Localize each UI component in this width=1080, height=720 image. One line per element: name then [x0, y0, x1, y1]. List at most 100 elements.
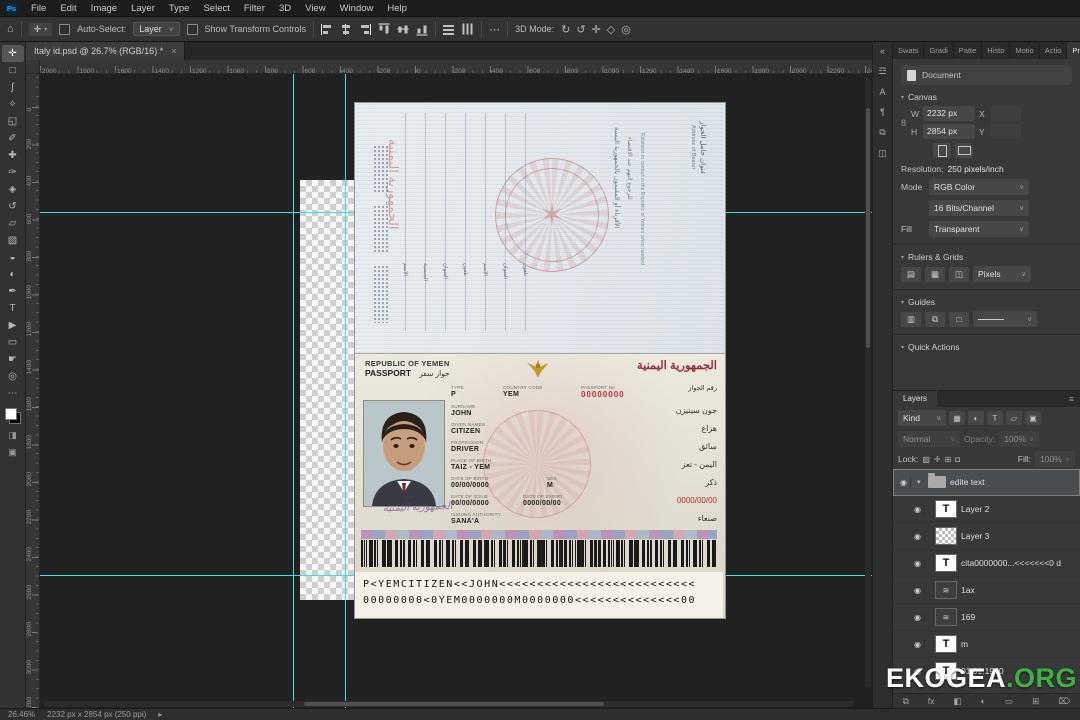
- layer-mask-icon[interactable]: ◧: [954, 696, 962, 707]
- align-bottom-icon[interactable]: [416, 23, 428, 35]
- blend-mode-dropdown[interactable]: Normal ∨: [898, 431, 960, 447]
- landscape-orientation-button[interactable]: [955, 143, 973, 158]
- layer-row[interactable]: ◉ T Layer 2: [893, 496, 1080, 523]
- vertical-ruler[interactable]: 0 200 400 600 800 1000 1200 1400 1600 1800 2000 220…: [26, 74, 40, 708]
- mode-icon[interactable]: ◎: [621, 23, 631, 36]
- portrait-orientation-button[interactable]: [933, 143, 951, 158]
- paragraph-panel-icon[interactable]: ¶: [880, 107, 885, 117]
- layer-name[interactable]: 1ax: [961, 585, 975, 595]
- color-swatches[interactable]: [4, 408, 21, 424]
- canvas-section-header[interactable]: ▾ Canvas: [901, 92, 1072, 102]
- libraries-panel-icon[interactable]: ◫: [878, 148, 887, 159]
- pen-tool[interactable]: ✒: [2, 283, 24, 300]
- quick-selection-tool[interactable]: ✧: [2, 96, 24, 113]
- character-panel-icon[interactable]: A: [879, 87, 885, 97]
- mode-icon[interactable]: ✛: [592, 23, 601, 36]
- align-right-icon[interactable]: [359, 23, 372, 35]
- clone-stamp-tool[interactable]: ◈: [2, 181, 24, 198]
- layer-row[interactable]: ◉ ≋ 169: [893, 604, 1080, 631]
- lock-icon[interactable]: ✛: [934, 455, 941, 464]
- quick-mask-icon[interactable]: ◨: [8, 430, 17, 441]
- passport-document[interactable]: الجمهورية اليمنية الاسم الجنسية العنوان: [355, 103, 725, 618]
- height-input[interactable]: 2854 px: [923, 124, 975, 139]
- layer-name[interactable]: Layer 3: [961, 531, 989, 541]
- path-selection-tool[interactable]: ▶: [2, 317, 24, 334]
- layer-row[interactable]: ◉ T m: [893, 631, 1080, 658]
- more-tools[interactable]: ⋯: [2, 385, 24, 402]
- layer-row[interactable]: ◉ ▾ edite text: [893, 469, 1080, 496]
- foreground-color-swatch[interactable]: [4, 408, 17, 420]
- align-top-icon[interactable]: [378, 23, 390, 35]
- layer-visibility-toggle[interactable]: ◉: [911, 531, 925, 541]
- panel-tab[interactable]: Gradi: [924, 42, 954, 59]
- mode-icon[interactable]: ↺: [576, 23, 585, 36]
- collapse-panels-icon[interactable]: «: [880, 46, 885, 56]
- panel-tab[interactable]: Swats: [893, 42, 925, 59]
- opacity-input[interactable]: 100% ∨: [999, 431, 1040, 447]
- vertical-guide[interactable]: [345, 74, 346, 708]
- color-mode-dropdown[interactable]: RGB Color ∨: [929, 179, 1029, 195]
- ruler-grid-toggle-icon[interactable]: ◫: [949, 266, 969, 282]
- filter-kind-dropdown[interactable]: Kind ∨: [898, 410, 946, 426]
- auto-select-dropdown[interactable]: Layer ∨: [133, 22, 180, 36]
- layer-visibility-toggle[interactable]: ◉: [911, 639, 925, 649]
- group-expander-icon[interactable]: ▾: [917, 478, 924, 486]
- delete-layer-icon[interactable]: ⌦: [1058, 696, 1070, 707]
- horizontal-scrollbar[interactable]: [44, 701, 854, 707]
- layer-row[interactable]: ◉ T cita0000000...<<<<<<<0 d: [893, 550, 1080, 577]
- align-middle-icon[interactable]: [397, 23, 409, 35]
- eyedropper-tool[interactable]: ✐: [2, 130, 24, 147]
- ruler-grid-toggle-icon[interactable]: ▦: [925, 266, 945, 282]
- guide-toggle-icon[interactable]: □: [949, 311, 969, 327]
- canvas[interactable]: الجمهورية اليمنية الاسم الجنسية العنوان: [40, 74, 872, 708]
- home-icon[interactable]: ⌂: [7, 23, 14, 35]
- guide-toggle-icon[interactable]: ⧉: [925, 311, 945, 327]
- horizontal-ruler[interactable]: 2000 1800 1600 1400 1200 1000 800 600 400 200 0 200…: [40, 60, 872, 74]
- dodge-tool[interactable]: ◐: [2, 266, 24, 283]
- panel-menu-icon[interactable]: ≡: [1063, 391, 1080, 407]
- guide-style-dropdown[interactable]: ∨: [973, 311, 1037, 327]
- layer-visibility-toggle[interactable]: ◉: [911, 504, 925, 514]
- layer-filter-icon[interactable]: ▦: [949, 411, 965, 425]
- panel-tab[interactable]: Actio: [1040, 42, 1068, 59]
- rulers-grids-section-header[interactable]: ▾ Rulers & Grids: [901, 252, 1072, 262]
- eraser-tool[interactable]: ▱: [2, 215, 24, 232]
- menu-item[interactable]: Image: [84, 1, 124, 16]
- ruler-grid-toggle-icon[interactable]: ▤: [901, 266, 921, 282]
- menu-item[interactable]: Edit: [53, 1, 83, 16]
- align-left-icon[interactable]: [321, 23, 334, 35]
- zoom-level[interactable]: 26.46%: [8, 710, 35, 719]
- layer-visibility-toggle[interactable]: ◉: [911, 558, 925, 568]
- current-tool-button[interactable]: ✛ ▾: [28, 22, 53, 36]
- layer-row[interactable]: ◉ ≋ 1ax: [893, 577, 1080, 604]
- scrollbar-thumb[interactable]: [866, 108, 870, 348]
- history-brush-tool[interactable]: ↺: [2, 198, 24, 215]
- menu-item[interactable]: Help: [380, 1, 414, 16]
- distribute-vertical-icon[interactable]: [462, 23, 474, 35]
- layer-name[interactable]: 169: [961, 612, 975, 622]
- panel-tab[interactable]: Histo: [982, 42, 1011, 59]
- move-tool[interactable]: ✛: [1, 45, 24, 62]
- lock-icon[interactable]: ⊞: [945, 455, 952, 464]
- menu-item[interactable]: View: [298, 1, 332, 16]
- layer-name[interactable]: m: [961, 639, 968, 649]
- canvas-fill-dropdown[interactable]: Transparent ∨: [929, 221, 1029, 237]
- guides-section-header[interactable]: ▾ Guides: [901, 297, 1072, 307]
- vertical-scrollbar[interactable]: [865, 78, 871, 688]
- lasso-tool[interactable]: ʃ: [2, 79, 24, 96]
- show-transform-checkbox[interactable]: [186, 23, 198, 35]
- layer-name[interactable]: cita0000000...<<<<<<<0 d: [961, 558, 1061, 568]
- layer-filter-icon[interactable]: T: [987, 411, 1003, 425]
- menu-item[interactable]: Type: [162, 1, 197, 16]
- panel-tab[interactable]: Patte: [954, 42, 983, 59]
- hand-tool[interactable]: ☛: [2, 351, 24, 368]
- x-input[interactable]: [991, 106, 1021, 121]
- vertical-guide[interactable]: [293, 74, 294, 708]
- blur-tool[interactable]: ◒: [2, 249, 24, 266]
- adjustment-layer-icon[interactable]: ◐: [981, 696, 986, 706]
- status-arrow-icon[interactable]: ▸: [158, 710, 162, 719]
- menu-item[interactable]: 3D: [272, 1, 298, 16]
- menu-item[interactable]: Layer: [124, 1, 162, 16]
- tab-layers[interactable]: Layers: [893, 391, 938, 407]
- lock-icon[interactable]: ◘: [955, 455, 960, 464]
